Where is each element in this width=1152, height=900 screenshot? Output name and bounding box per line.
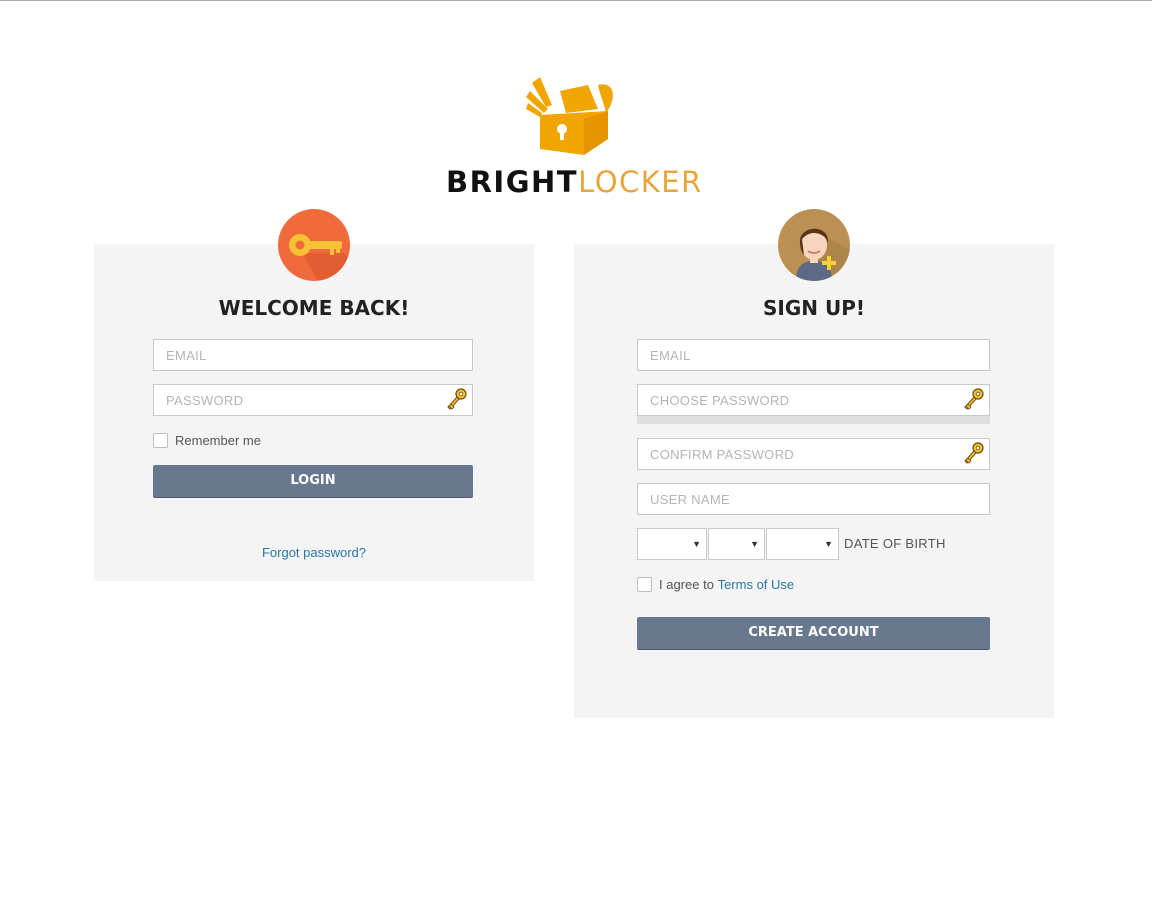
- username-field[interactable]: [637, 483, 990, 515]
- dob-year-select[interactable]: ▼: [766, 528, 839, 560]
- dob-month-select[interactable]: ▼: [637, 528, 707, 560]
- login-password-input[interactable]: [154, 385, 472, 415]
- signup-email-input[interactable]: [638, 340, 989, 370]
- confirm-password-input[interactable]: [638, 439, 989, 469]
- login-heading: WELCOME BACK!: [218, 296, 410, 320]
- login-password-field[interactable]: [153, 384, 473, 416]
- chevron-down-icon: ▼: [692, 539, 701, 549]
- terms-row[interactable]: I agree to Terms of Use: [637, 577, 794, 592]
- login-button[interactable]: LOGIN: [153, 465, 473, 497]
- signup-panel: SIGN UP! ▼ ▼ ▼ DATE OF BIRTH: [574, 244, 1054, 718]
- forgot-password-link[interactable]: Forgot password?: [262, 545, 366, 560]
- brand-wordmark: BRIGHTLOCKER: [446, 165, 702, 199]
- username-input[interactable]: [638, 484, 989, 514]
- dob-label: DATE OF BIRTH: [844, 536, 946, 551]
- remember-me-row[interactable]: Remember me: [153, 433, 261, 448]
- password-strength-bar: [637, 416, 990, 424]
- key-icon: [964, 388, 984, 410]
- add-user-icon: [796, 228, 850, 281]
- create-account-button[interactable]: CREATE ACCOUNT: [637, 617, 990, 649]
- login-email-field[interactable]: [153, 339, 473, 371]
- terms-of-use-link[interactable]: Terms of Use: [718, 577, 795, 592]
- login-badge: [278, 209, 350, 281]
- remember-me-label: Remember me: [175, 433, 261, 448]
- brand-part2: LOCKER: [578, 165, 703, 199]
- brightlocker-logo: BRIGHTLOCKER: [446, 75, 702, 201]
- login-email-input[interactable]: [154, 340, 472, 370]
- key-icon: [289, 234, 350, 281]
- key-icon: [964, 442, 984, 464]
- signup-email-field[interactable]: [637, 339, 990, 371]
- signup-heading: SIGN UP!: [763, 296, 865, 320]
- key-icon: [447, 388, 467, 410]
- forgot-password-row: Forgot password?: [94, 544, 534, 562]
- agree-label: I agree to: [659, 577, 714, 592]
- chevron-down-icon: ▼: [750, 539, 759, 549]
- choose-password-input[interactable]: [638, 385, 989, 415]
- chevron-down-icon: ▼: [824, 539, 833, 549]
- confirm-password-field[interactable]: [637, 438, 990, 470]
- remember-me-checkbox[interactable]: [153, 433, 168, 448]
- choose-password-field[interactable]: [637, 384, 990, 416]
- terms-checkbox[interactable]: [637, 577, 652, 592]
- signup-badge: [778, 209, 850, 281]
- brand-part1: BRIGHT: [446, 165, 579, 199]
- open-lock-box-icon: [526, 77, 613, 155]
- login-panel: WELCOME BACK! Remember me LOGIN Forgot p…: [94, 244, 534, 581]
- dob-day-select[interactable]: ▼: [708, 528, 765, 560]
